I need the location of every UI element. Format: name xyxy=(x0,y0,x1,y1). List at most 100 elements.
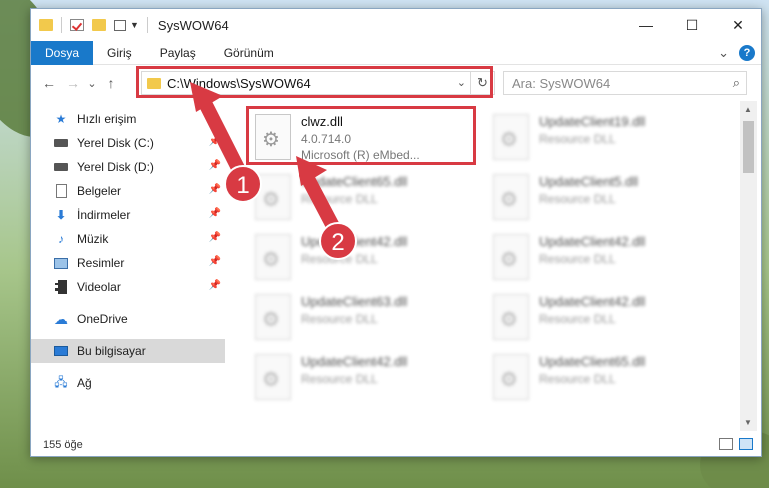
sidebar-item-network[interactable]: 🖧 Ağ xyxy=(31,371,225,395)
dll-file-icon xyxy=(493,174,529,220)
file-item[interactable]: UpdateClient42.dll Resource DLL xyxy=(487,289,713,345)
sidebar-item-quick-access[interactable]: ★ Hızlı erişim xyxy=(31,107,225,131)
download-icon: ⬇ xyxy=(55,208,67,222)
pin-icon[interactable]: 📌 xyxy=(209,232,221,243)
help-icon[interactable]: ? xyxy=(739,45,755,61)
computer-icon xyxy=(53,344,69,358)
maximize-button[interactable]: ☐ xyxy=(669,9,715,41)
file-name: UpdateClient65.dll xyxy=(301,174,408,189)
sidebar-item-label: Yerel Disk (C:) xyxy=(77,136,154,150)
file-description: Resource DLL xyxy=(539,312,616,326)
properties-icon[interactable] xyxy=(70,19,84,31)
sidebar-item-this-pc[interactable]: Bu bilgisayar xyxy=(31,339,225,363)
sidebar-item-local-disk-d[interactable]: Yerel Disk (D:) 📌 xyxy=(31,155,225,179)
address-bar-highlight xyxy=(136,66,493,98)
file-item[interactable]: UpdateClient42.dll Resource DLL xyxy=(487,229,713,285)
quick-access-menu-icon[interactable] xyxy=(114,19,126,31)
navigation-pane: ★ Hızlı erişim Yerel Disk (C:) 📌 Yerel D… xyxy=(31,101,231,431)
file-item[interactable]: UpdateClient63.dll Resource DLL xyxy=(249,289,475,345)
file-description: Resource DLL xyxy=(539,192,616,206)
dll-file-icon xyxy=(493,294,529,340)
file-item[interactable]: UpdateClient65.dll Resource DLL xyxy=(487,349,713,405)
sidebar-item-onedrive[interactable]: ☁ OneDrive xyxy=(31,307,225,331)
document-icon xyxy=(53,184,69,198)
ribbon-expand-icon[interactable]: ⌄ xyxy=(718,45,729,61)
large-icons-view-icon[interactable] xyxy=(739,438,753,450)
chevron-down-icon[interactable]: ▼ xyxy=(130,20,139,30)
close-button[interactable]: ✕ xyxy=(715,9,761,41)
sidebar-item-label: Hızlı erişim xyxy=(77,112,137,126)
scrollbar-thumb[interactable] xyxy=(743,121,754,173)
sidebar-item-music[interactable]: ♪ Müzik 📌 xyxy=(31,227,225,251)
music-icon: ♪ xyxy=(58,232,64,246)
ribbon-tabs: Dosya Giriş Paylaş Görünüm ⌄ ? xyxy=(31,40,761,65)
title-bar: ▼ SysWOW64 — ☐ ✕ xyxy=(31,9,761,41)
file-description: Resource DLL xyxy=(539,252,616,266)
sidebar-item-videos[interactable]: Videolar 📌 xyxy=(31,275,225,299)
dll-file-icon xyxy=(255,234,291,280)
drive-icon xyxy=(53,136,69,150)
minimize-button[interactable]: — xyxy=(623,9,669,41)
pin-icon[interactable]: 📌 xyxy=(209,208,221,219)
file-description: Resource DLL xyxy=(539,132,616,146)
tab-home[interactable]: Giriş xyxy=(93,41,146,65)
tab-share[interactable]: Paylaş xyxy=(146,41,210,65)
sidebar-item-documents[interactable]: Belgeler 📌 xyxy=(31,179,225,203)
folder-icon[interactable] xyxy=(39,19,53,31)
toolbar-divider xyxy=(61,17,62,33)
tab-file[interactable]: Dosya xyxy=(31,40,94,65)
dll-file-icon xyxy=(493,114,529,160)
new-folder-icon[interactable] xyxy=(92,19,106,31)
recent-locations-button[interactable]: ⌄ xyxy=(85,77,99,90)
pin-icon[interactable]: 📌 xyxy=(209,160,221,171)
sidebar-item-label: Bu bilgisayar xyxy=(77,344,146,358)
dll-file-icon xyxy=(255,174,291,220)
pin-icon[interactable]: 📌 xyxy=(209,256,221,267)
sidebar-item-downloads[interactable]: ⬇ İndirmeler 📌 xyxy=(31,203,225,227)
sidebar-item-label: Ağ xyxy=(77,376,92,390)
view-switcher xyxy=(719,438,753,450)
pin-icon[interactable]: 📌 xyxy=(209,280,221,291)
details-view-icon[interactable] xyxy=(719,438,733,450)
sidebar-item-label: Belgeler xyxy=(77,184,122,198)
file-highlight xyxy=(246,106,476,165)
file-name: UpdateClient42.dll xyxy=(539,234,646,249)
up-button[interactable]: ↑ xyxy=(99,75,123,91)
file-item[interactable]: UpdateClient19.dll Resource DLL xyxy=(487,109,713,165)
file-name: UpdateClient5.dll xyxy=(539,174,639,189)
window-title: SysWOW64 xyxy=(157,17,229,33)
scroll-up-icon[interactable]: ▲ xyxy=(744,105,752,114)
dll-file-icon xyxy=(255,354,291,400)
file-description: Resource DLL xyxy=(301,372,378,386)
forward-button[interactable]: → xyxy=(61,75,85,91)
scroll-down-icon[interactable]: ▼ xyxy=(744,418,752,427)
search-input[interactable]: Ara: SysWOW64 ⌕ xyxy=(503,71,747,95)
cloud-icon: ☁ xyxy=(54,310,68,327)
file-name: UpdateClient65.dll xyxy=(539,354,646,369)
file-name: UpdateClient42.dll xyxy=(301,234,408,249)
pin-icon[interactable]: 📌 xyxy=(209,136,221,147)
file-description: Resource DLL xyxy=(301,192,378,206)
search-placeholder: Ara: SysWOW64 xyxy=(512,76,611,91)
window-controls: — ☐ ✕ xyxy=(623,9,761,41)
sidebar-item-pictures[interactable]: Resimler 📌 xyxy=(31,251,225,275)
search-icon[interactable]: ⌕ xyxy=(733,75,740,91)
tab-view[interactable]: Görünüm xyxy=(210,41,288,65)
dll-file-icon xyxy=(493,354,529,400)
file-description: Resource DLL xyxy=(539,372,616,386)
back-button[interactable]: ← xyxy=(37,75,61,91)
sidebar-item-local-disk-c[interactable]: Yerel Disk (C:) 📌 xyxy=(31,131,225,155)
item-count: 155 öğe xyxy=(43,439,83,451)
pin-icon[interactable]: 📌 xyxy=(209,184,221,195)
vertical-scrollbar[interactable]: ▲ ▼ xyxy=(740,101,757,431)
file-item[interactable]: UpdateClient42.dll Resource DLL xyxy=(249,349,475,405)
status-bar: 155 öğe xyxy=(31,434,761,456)
dll-file-icon xyxy=(255,294,291,340)
file-description: Resource DLL xyxy=(301,252,378,266)
sidebar-item-label: Videolar xyxy=(77,280,121,294)
file-item[interactable]: UpdateClient65.dll Resource DLL xyxy=(249,169,475,225)
file-item[interactable]: UpdateClient42.dll Resource DLL xyxy=(249,229,475,285)
ribbon-controls: ⌄ ? xyxy=(718,45,755,61)
file-name: UpdateClient42.dll xyxy=(301,354,408,369)
file-item[interactable]: UpdateClient5.dll Resource DLL xyxy=(487,169,713,225)
